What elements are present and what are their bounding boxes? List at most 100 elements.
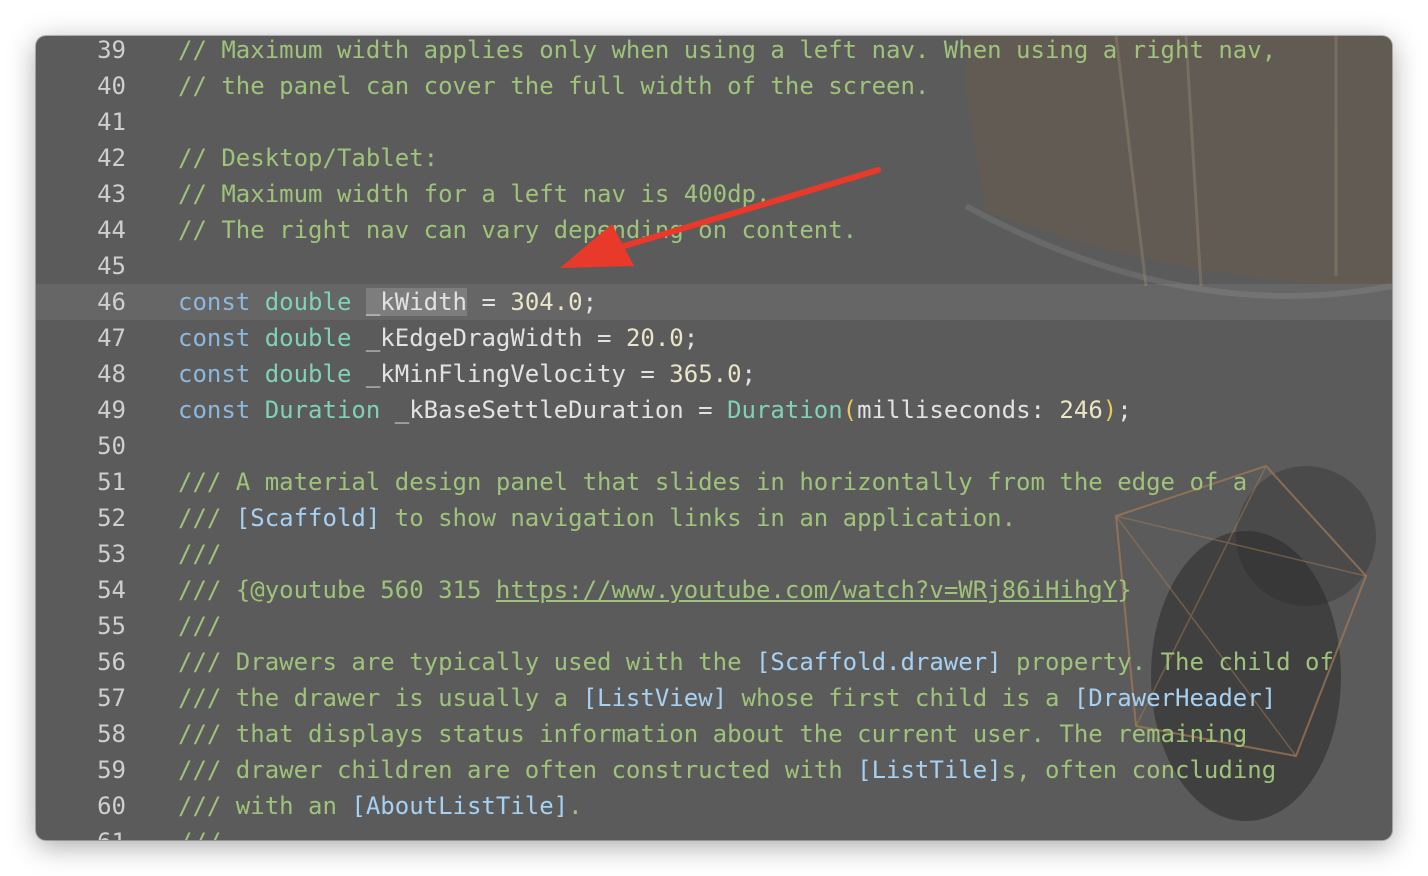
line-number: 57	[97, 684, 126, 712]
code-token: double	[264, 360, 352, 388]
line-number: 55	[97, 612, 126, 640]
code-token: Duration	[727, 396, 843, 424]
code-token: /// drawer children are often constructe…	[178, 756, 858, 784]
code-text[interactable]: const Duration _kBaseSettleDuration = Du…	[178, 392, 1132, 428]
code-text[interactable]: /// {@youtube 560 315 https://www.youtub…	[178, 572, 1132, 608]
code-text[interactable]: /// the drawer is usually a [ListView] w…	[178, 680, 1276, 716]
code-token: [DrawerHeader]	[1073, 684, 1277, 712]
code-text[interactable]: ///	[178, 608, 221, 644]
line-number: 39	[97, 36, 126, 64]
code-line[interactable]: 42 // Desktop/Tablet:	[36, 140, 1392, 176]
code-text[interactable]: // The right nav can vary depending on c…	[178, 212, 857, 248]
code-token: ;	[1117, 396, 1132, 424]
line-number: 50	[97, 432, 126, 460]
code-token: // The right nav can vary depending on c…	[178, 216, 858, 244]
code-editor[interactable]: 39 // Maximum width applies only when usi…	[36, 36, 1392, 840]
editor-window: 39 // Maximum width applies only when usi…	[36, 36, 1392, 840]
code-line[interactable]: 49 const Duration _kBaseSettleDuration = …	[36, 392, 1392, 428]
code-token: /// the drawer is usually a	[178, 684, 583, 712]
code-line[interactable]: 44 // The right nav can vary depending on…	[36, 212, 1392, 248]
code-token: whose first child is a	[727, 684, 1074, 712]
code-text[interactable]: ///	[178, 536, 221, 572]
code-token: const	[178, 288, 251, 316]
code-token: // the panel can cover the full width of…	[178, 72, 930, 100]
code-text[interactable]: const double _kWidth = 304.0;	[178, 284, 597, 320]
line-number: 44	[97, 216, 126, 244]
code-token: // Maximum width for a left nav is 400dp…	[178, 180, 771, 208]
code-text[interactable]: /// A material design panel that slides …	[178, 464, 1247, 500]
code-text[interactable]: ///	[178, 824, 221, 840]
code-token: .	[568, 792, 583, 820]
code-line[interactable]: 39 // Maximum width applies only when usi…	[36, 36, 1392, 68]
code-text[interactable]: // the panel can cover the full width of…	[178, 68, 929, 104]
code-line[interactable]: 59 /// drawer children are often construc…	[36, 752, 1392, 788]
code-line[interactable]: 55 ///	[36, 608, 1392, 644]
line-number: 56	[97, 648, 126, 676]
code-token: [Scaffold.drawer]	[755, 648, 1002, 676]
line-number: 51	[97, 468, 126, 496]
code-line[interactable]: 51 /// A material design panel that slide…	[36, 464, 1392, 500]
code-line[interactable]: 60 /// with an [AboutListTile].	[36, 788, 1392, 824]
line-number: 43	[97, 180, 126, 208]
code-line[interactable]: 54 /// {@youtube 560 315 https://www.yout…	[36, 572, 1392, 608]
code-line[interactable]: 45	[36, 248, 1392, 284]
code-text[interactable]: const double _kEdgeDragWidth = 20.0;	[178, 320, 698, 356]
code-token: ///	[178, 612, 222, 640]
line-number: 47	[97, 324, 126, 352]
code-text[interactable]: /// drawer children are often constructe…	[178, 752, 1276, 788]
line-number: 61	[36, 824, 126, 840]
code-token: const	[178, 360, 251, 388]
code-token: /// Drawers are typically used with the	[178, 648, 756, 676]
code-token: _kMinFlingVelocity =	[351, 360, 670, 388]
code-token: )	[1102, 396, 1118, 424]
code-text[interactable]: // Maximum width applies only when using…	[178, 36, 1276, 68]
code-token: (	[842, 396, 858, 424]
code-token: double	[264, 288, 352, 316]
line-number: 54	[97, 576, 126, 604]
code-token: /// with an	[178, 792, 352, 820]
code-line[interactable]: 57 /// the drawer is usually a [ListView]…	[36, 680, 1392, 716]
code-text[interactable]: // Maximum width for a left nav is 400dp…	[178, 176, 770, 212]
code-line[interactable]: 48 const double _kMinFlingVelocity = 365.…	[36, 356, 1392, 392]
code-line[interactable]: 52 /// [Scaffold] to show navigation link…	[36, 500, 1392, 536]
code-line[interactable]: 41	[36, 104, 1392, 140]
code-line[interactable]: 47 const double _kEdgeDragWidth = 20.0;	[36, 320, 1392, 356]
code-token: /// {@youtube 560 315	[178, 576, 496, 604]
code-line[interactable]: 53 ///	[36, 536, 1392, 572]
code-token: ;	[683, 324, 699, 352]
code-token: _kEdgeDragWidth =	[351, 324, 626, 352]
line-number: 53	[97, 540, 126, 568]
code-token: /// A material design panel that slides …	[178, 468, 1248, 496]
code-line[interactable]: 50	[36, 428, 1392, 464]
code-token: double	[264, 324, 352, 352]
code-token: to show navigation links in an applicati…	[380, 504, 1017, 532]
line-number: 60	[97, 792, 126, 820]
code-token: _kWidth	[365, 288, 468, 316]
code-token: /// that displays status information abo…	[178, 720, 1248, 748]
code-text[interactable]: /// that displays status information abo…	[178, 716, 1247, 752]
code-token: // Desktop/Tablet:	[178, 144, 439, 172]
code-token: 365.0	[669, 360, 742, 388]
code-line[interactable]: 61 ///	[36, 824, 1392, 840]
code-token: }	[1117, 576, 1132, 604]
line-number: 58	[97, 720, 126, 748]
code-text[interactable]: /// Drawers are typically used with the …	[178, 644, 1334, 680]
code-text[interactable]: /// [Scaffold] to show navigation links …	[178, 500, 1016, 536]
code-line[interactable]: 46 const double _kWidth = 304.0;	[36, 284, 1392, 320]
code-token: // Maximum width applies only when using…	[178, 36, 1277, 64]
code-line[interactable]: 56 /// Drawers are typically used with th…	[36, 644, 1392, 680]
code-text[interactable]: /// with an [AboutListTile].	[178, 788, 583, 824]
code-text[interactable]: // Desktop/Tablet:	[178, 140, 438, 176]
code-text[interactable]: const double _kMinFlingVelocity = 365.0;	[178, 356, 756, 392]
code-token: [ListView]	[582, 684, 728, 712]
line-number: 41	[97, 108, 126, 136]
code-token: property. The child of	[1001, 648, 1334, 676]
code-line[interactable]: 40 // the panel can cover the full width …	[36, 68, 1392, 104]
code-line[interactable]: 58 /// that displays status information a…	[36, 716, 1392, 752]
code-token: s, often concluding	[1001, 756, 1277, 784]
code-line[interactable]: 43 // Maximum width for a left nav is 400…	[36, 176, 1392, 212]
code-token: ;	[582, 288, 598, 316]
